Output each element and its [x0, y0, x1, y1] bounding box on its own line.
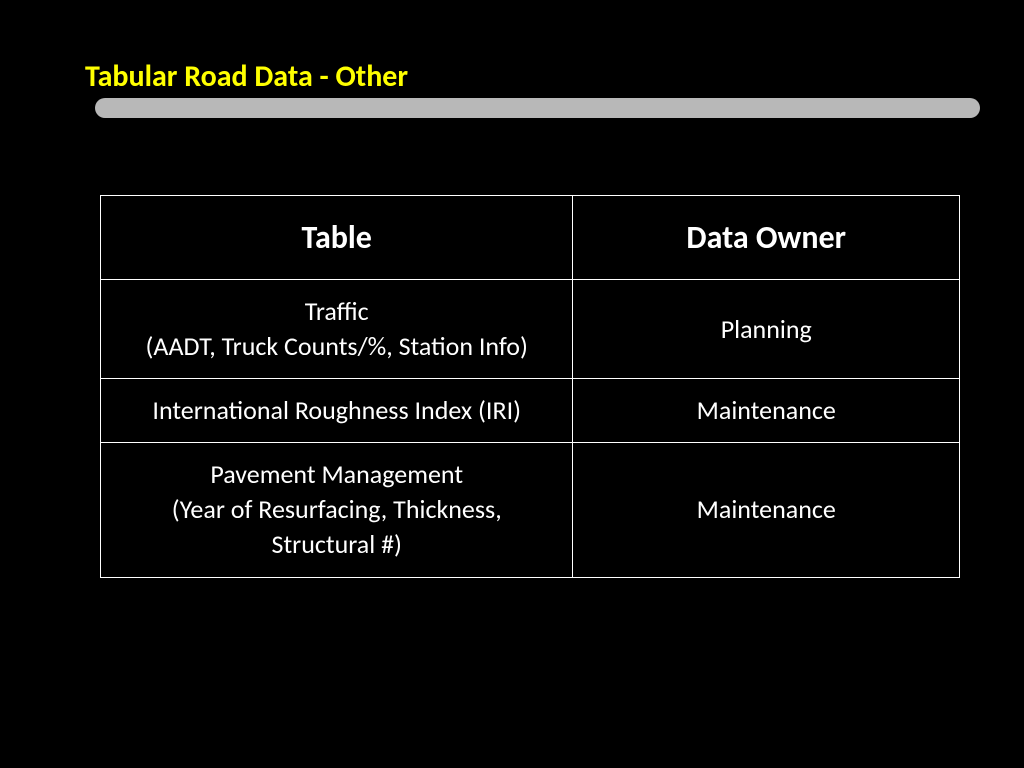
cell-line: Pavement Management — [119, 457, 554, 492]
cell-line: Structural #) — [119, 527, 554, 562]
table-header-row: Table Data Owner — [101, 196, 960, 280]
cell-line: (AADT, Truck Counts/%, Station Info) — [119, 329, 554, 364]
cell-table-name: Pavement Management (Year of Resurfacing… — [101, 443, 573, 577]
cell-line: (Year of Resurfacing, Thickness, — [119, 492, 554, 527]
table-row: Traffic (AADT, Truck Counts/%, Station I… — [101, 280, 960, 379]
cell-data-owner: Planning — [573, 280, 960, 379]
road-data-table: Table Data Owner Traffic (AADT, Truck Co… — [100, 195, 960, 578]
slide: Tabular Road Data - Other Table Data Own… — [0, 0, 1024, 768]
cell-data-owner: Maintenance — [573, 379, 960, 443]
table-row: International Roughness Index (IRI) Main… — [101, 379, 960, 443]
cell-table-name: Traffic (AADT, Truck Counts/%, Station I… — [101, 280, 573, 379]
column-header-table: Table — [101, 196, 573, 280]
table-row: Pavement Management (Year of Resurfacing… — [101, 443, 960, 577]
cell-line: Traffic — [119, 294, 554, 329]
cell-line: International Roughness Index (IRI) — [119, 393, 554, 428]
cell-table-name: International Roughness Index (IRI) — [101, 379, 573, 443]
title-underline-bar — [95, 98, 980, 118]
slide-title: Tabular Road Data - Other — [85, 58, 408, 95]
cell-data-owner: Maintenance — [573, 443, 960, 577]
column-header-owner: Data Owner — [573, 196, 960, 280]
